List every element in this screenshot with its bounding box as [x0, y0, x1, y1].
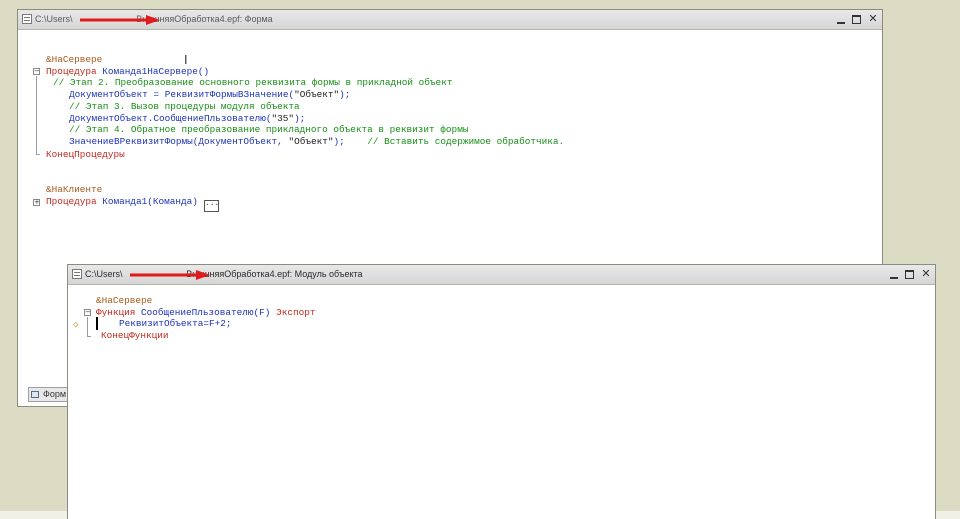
code-line: РеквизитОбъекта=F+2; — [119, 318, 232, 330]
mouse-ibeam-icon: I — [184, 53, 188, 67]
form-tab[interactable]: Форм — [28, 387, 68, 402]
code-line: КонецФункции — [101, 330, 169, 342]
code-line: Функция СообщениеПльзователю(F) Экспорт — [96, 306, 316, 318]
collapsed-block-button[interactable]: ... — [203, 200, 219, 212]
fold-guide — [87, 317, 88, 336]
fold-collapse-icon[interactable]: − — [33, 68, 40, 75]
minimize-button[interactable] — [836, 14, 846, 25]
code-line: КонецПроцедуры — [46, 149, 125, 160]
object-window-title: C:\Users\██████████ВнешняяОбработка4.epf… — [85, 269, 363, 279]
code-line: Процедура Команда1НаСервере() — [46, 65, 210, 77]
maximize-button[interactable] — [905, 269, 915, 280]
text-caret — [96, 317, 98, 330]
minimize-button[interactable] — [889, 269, 899, 280]
form-tab-label: Форм — [43, 389, 67, 399]
red-arrow-icon — [130, 270, 210, 280]
fold-guide-end — [36, 154, 40, 155]
fold-expand-icon[interactable]: + — [33, 198, 40, 206]
object-code-editor[interactable]: &НаСервере − Функция СообщениеПльзовател… — [68, 285, 935, 519]
code-line: &НаСервере — [46, 54, 103, 65]
code-line: ДокументОбъект = РеквизитФормыВЗначение(… — [69, 89, 351, 101]
code-line: Процедура Команда1(Команда)... — [46, 196, 219, 212]
code-line: ЗначениеВРеквизитФормы(ДокументОбъект, "… — [69, 135, 565, 147]
window-icon — [22, 14, 32, 24]
window-icon — [72, 269, 82, 279]
object-window-titlebar[interactable]: C:\Users\██████████ВнешняяОбработка4.epf… — [68, 265, 935, 285]
red-arrow-icon — [80, 15, 160, 25]
code-line: &НаСервере — [96, 295, 153, 306]
maximize-button[interactable] — [852, 14, 862, 25]
close-button[interactable]: ✕ — [921, 269, 931, 280]
code-line: // Этап 3. Вызов процедуры модуля объект… — [69, 100, 300, 112]
code-line: &НаКлиенте — [46, 184, 103, 195]
object-module-window[interactable]: C:\Users\██████████ВнешняяОбработка4.epf… — [67, 264, 936, 519]
form-tab-icon — [31, 391, 39, 398]
fold-guide — [36, 76, 37, 154]
current-line-marker-icon: ◇ — [73, 320, 79, 330]
fold-collapse-icon[interactable]: − — [84, 309, 91, 316]
code-line: ДокументОбъект.СообщениеПльзователю("35"… — [69, 112, 306, 124]
form-window-titlebar[interactable]: C:\Users\██████████ВнешняяОбработка4.epf… — [18, 10, 882, 30]
code-line: // Этап 4. Обратное преобразование прикл… — [69, 124, 469, 136]
close-button[interactable]: ✕ — [868, 14, 878, 25]
code-line: // Этап 2. Преобразование основного рекв… — [53, 77, 453, 89]
fold-guide-end — [87, 336, 91, 337]
